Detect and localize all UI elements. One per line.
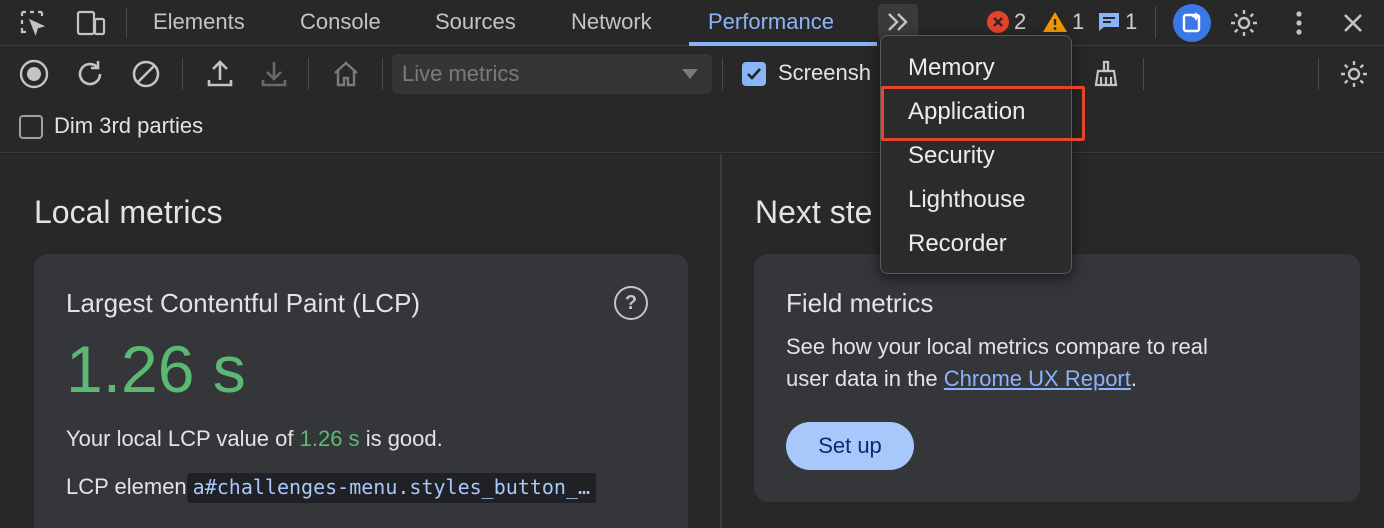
warning-count: 1: [1072, 9, 1085, 34]
local-metrics-panel: Local metrics Largest Contentful Paint (…: [0, 154, 720, 528]
field-metrics-desc-line2: user data in the Chrome UX Report.: [786, 366, 1137, 392]
dropdown-arrow-icon: [682, 69, 698, 79]
error-counter[interactable]: 2: [986, 6, 1026, 38]
devtools-tab-bar: Elements Console Sources Network Perform…: [0, 0, 1384, 46]
dim-3rd-parties-label: Dim 3rd parties: [54, 113, 204, 138]
lcp-element-row: LCP elemen a#challenges-menu.styles_butto…: [66, 473, 597, 503]
upload-icon[interactable]: [202, 56, 238, 92]
lcp-desc-suffix: is good.: [365, 426, 443, 451]
tab-elements[interactable]: Elements: [153, 0, 245, 46]
field-metrics-card: Field metrics See how your local metrics…: [754, 254, 1360, 502]
lcp-description: Your local LCP value of 1.26 s is good.: [66, 426, 443, 452]
performance-toolbar: Live metrics Screensh Dim 3rd parties: [0, 46, 1384, 153]
more-tabs-menu: Memory Application Security Lighthouse R…: [880, 35, 1072, 274]
lcp-element-node[interactable]: a#challenges-menu.styles_button_…: [186, 473, 597, 503]
tab-console[interactable]: Console: [300, 0, 381, 46]
close-icon[interactable]: [1336, 6, 1370, 40]
lcp-desc-prefix: Your local LCP value of: [66, 426, 294, 451]
application-highlight-box: [881, 86, 1085, 141]
divider: [1143, 58, 1144, 90]
error-count: 2: [1014, 9, 1027, 34]
divider: [308, 58, 309, 90]
field-metrics-title: Field metrics: [786, 288, 934, 318]
menu-item-memory[interactable]: Memory: [881, 46, 1071, 90]
lcp-value: 1.26 s: [66, 332, 246, 406]
settings-gear-icon[interactable]: [1227, 6, 1261, 40]
lcp-card: Largest Contentful Paint (LCP) ? 1.26 s …: [34, 254, 688, 528]
capture-settings-gear-icon[interactable]: [1336, 56, 1372, 92]
download-icon[interactable]: [256, 56, 292, 92]
tab-sources[interactable]: Sources: [435, 0, 516, 46]
lcp-element-label: LCP elemen: [66, 474, 187, 499]
double-chevron-right-icon: [888, 13, 908, 31]
divider: [1318, 58, 1319, 90]
message-count: 1: [1125, 9, 1138, 34]
divider: [126, 8, 127, 38]
message-counter[interactable]: 1: [1097, 6, 1137, 38]
divider: [1155, 6, 1156, 38]
help-icon[interactable]: ?: [614, 286, 648, 320]
local-metrics-heading: Local metrics: [34, 194, 223, 230]
clear-icon[interactable]: [128, 56, 164, 92]
divider: [722, 58, 723, 90]
tab-network[interactable]: Network: [571, 0, 652, 46]
warning-counter[interactable]: 1: [1042, 6, 1084, 38]
warning-icon: [1043, 12, 1067, 32]
home-icon[interactable]: [328, 56, 364, 92]
menu-item-lighthouse[interactable]: Lighthouse: [881, 178, 1071, 222]
error-icon: [987, 11, 1009, 33]
message-icon: [1099, 13, 1119, 31]
checkmark-icon: [747, 68, 761, 80]
more-options-icon[interactable]: [1282, 6, 1316, 40]
tab-performance[interactable]: Performance: [708, 0, 834, 46]
record-icon[interactable]: [16, 56, 52, 92]
ai-assistance-icon[interactable]: [1172, 3, 1212, 43]
broom-icon[interactable]: [1088, 56, 1124, 92]
menu-item-recorder[interactable]: Recorder: [881, 222, 1071, 266]
menu-item-label: Memory: [908, 54, 995, 81]
live-metrics-select[interactable]: Live metrics: [392, 54, 712, 94]
dim-3rd-parties-checkbox[interactable]: [19, 115, 43, 139]
desc-line2-prefix: user data in the: [786, 366, 938, 391]
reload-record-icon[interactable]: [72, 56, 108, 92]
desc-line2-suffix: .: [1130, 366, 1137, 391]
select-value: Live metrics: [402, 61, 520, 86]
field-metrics-desc-line1: See how your local metrics compare to re…: [786, 334, 1208, 359]
lcp-card-title: Largest Contentful Paint (LCP): [66, 288, 421, 318]
menu-item-label: Lighthouse: [908, 186, 1026, 213]
set-up-button[interactable]: Set up: [786, 422, 914, 470]
inspect-element-icon[interactable]: [16, 6, 50, 40]
device-toolbar-icon[interactable]: [74, 6, 108, 40]
chrome-ux-report-link[interactable]: Chrome UX Report: [944, 366, 1131, 391]
screenshots-label: Screensh: [778, 60, 871, 85]
lcp-desc-value: 1.26 s: [299, 426, 360, 451]
next-steps-heading: Next ste: [755, 194, 873, 230]
divider: [382, 58, 383, 90]
menu-item-label: Recorder: [908, 230, 1007, 257]
screenshots-checkbox[interactable]: [742, 62, 766, 86]
divider: [182, 58, 183, 90]
